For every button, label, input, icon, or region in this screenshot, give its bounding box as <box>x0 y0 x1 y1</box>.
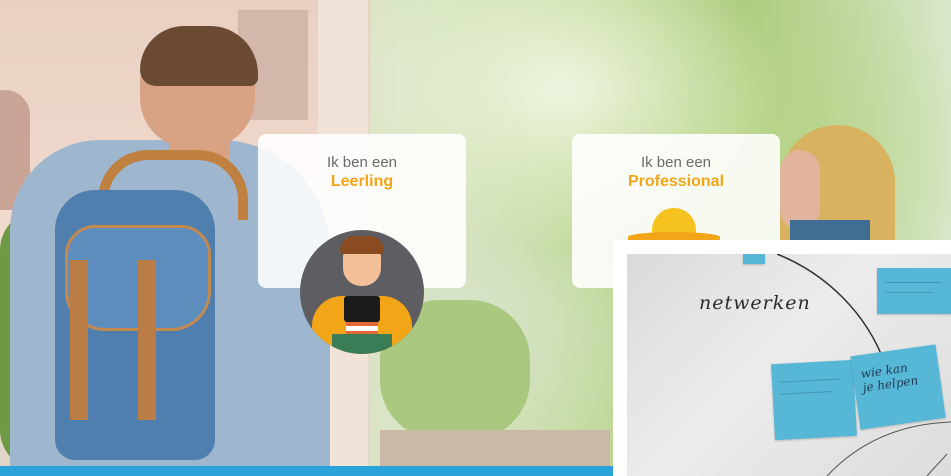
sticky-writing <box>780 391 833 395</box>
sticky-note <box>743 254 765 264</box>
leerling-card-prefix: Ik ben een <box>326 154 398 171</box>
sticky-writing <box>885 292 933 293</box>
professional-card-role: Professional <box>627 173 725 190</box>
planter <box>380 430 610 470</box>
sticky-note-text: wie kan je helpen <box>859 360 920 395</box>
sticky-writing <box>885 282 941 283</box>
sticky-note: wie kan je helpen <box>850 344 946 430</box>
leerling-card-role: Leerling <box>330 173 394 190</box>
student-avatar-icon[interactable] <box>300 230 424 354</box>
sticky-note <box>771 359 857 441</box>
professional-face <box>780 150 820 230</box>
avatar-hair <box>340 236 384 254</box>
professional-card-prefix: Ik ben een <box>640 154 712 171</box>
sticky-writing <box>779 378 840 383</box>
footer-bar <box>0 466 613 476</box>
tablet-icon <box>344 296 380 322</box>
whiteboard-text: netwerken <box>699 292 811 314</box>
avatar-pants <box>332 334 392 354</box>
backpack-strap <box>70 260 88 420</box>
hard-hat-icon[interactable] <box>628 208 720 242</box>
whiteboard-photo: netwerken wie kan je helpen <box>613 240 951 476</box>
backpack-strap <box>138 260 156 420</box>
sticky-note <box>877 268 951 314</box>
whiteboard-photo-image: netwerken wie kan je helpen <box>627 254 951 476</box>
